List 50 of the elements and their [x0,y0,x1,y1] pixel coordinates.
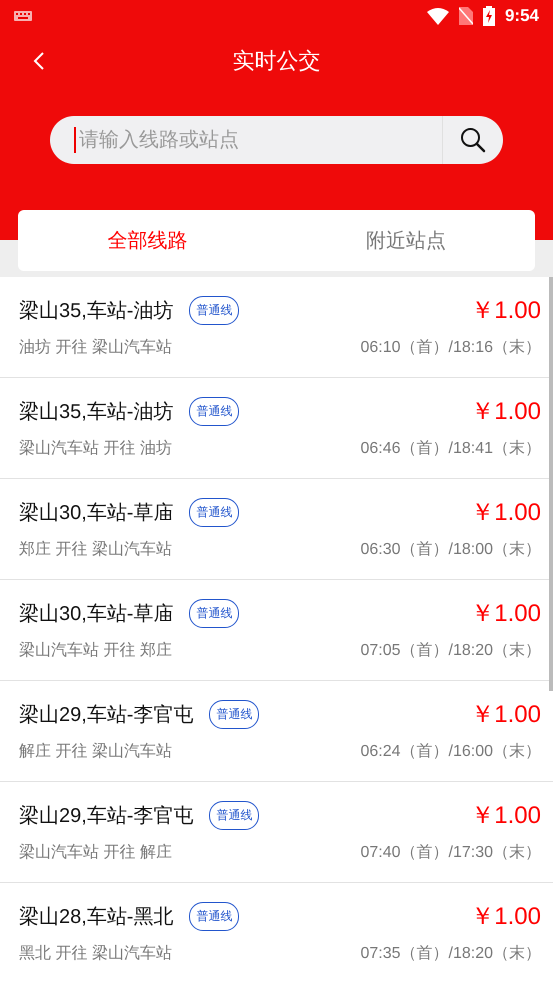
route-direction: 梁山汽车站 开往 郑庄 [19,640,172,661]
fare: ￥1.00 [470,700,541,730]
fare: ￥1.00 [470,801,541,831]
route-name: 梁山29,车站-李官屯 [19,804,194,828]
status-time: 9:54 [504,6,539,26]
route-item[interactable]: 梁山29,车站-李官屯 普通线 ￥1.00 梁山汽车站 开往 解庄 07:40（首）/17:30（末） [0,782,553,883]
fare: ￥1.00 [470,296,541,326]
battery-charging-icon [482,6,495,26]
tab[interactable]: 全部线路 [18,210,276,271]
route-type-tag: 普通线 [189,396,240,426]
search-icon[interactable] [460,127,486,153]
route-direction: 黑北 开往 梁山汽车站 [19,944,172,964]
service-hours: 06:46（首）/18:41（末） [360,438,541,459]
route-type-tag: 普通线 [189,296,240,324]
route-item[interactable]: 梁山28,车站-黑北 普通线 ￥1.00 黑北 开往 梁山汽车站 07:35（首）/18:20（末） [0,883,553,983]
route-name: 梁山30,车站-草庙 [19,500,174,526]
search-field[interactable]: 请输入线路或站点 [77,128,442,152]
route-type-tag: 普通线 [209,700,260,728]
back-icon[interactable] [33,51,45,71]
service-hours: 06:10（首）/18:16（末） [360,338,541,358]
route-item[interactable]: 梁山29,车站-李官屯 普通线 ￥1.00 解庄 开往 梁山汽车站 06:24（首）/16:00（末） [0,681,553,782]
fare: ￥1.00 [470,902,541,932]
route-name: 梁山28,车站-黑北 [19,904,174,930]
search-bar[interactable]: 请输入线路或站点 [50,116,503,164]
fare: ￥1.00 [470,498,541,528]
route-direction: 郑庄 开往 梁山汽车站 [19,540,172,560]
tab[interactable]: 附近站点 [276,210,535,271]
route-type-tag: 普通线 [189,498,240,526]
service-hours: 07:35（首）/18:20（末） [360,944,541,964]
route-direction: 梁山汽车站 开往 油坊 [19,438,172,459]
keyboard-icon [14,11,32,21]
route-name: 梁山29,车站-李官屯 [19,702,194,728]
route-name: 梁山35,车站-油坊 [19,298,174,324]
service-hours: 06:30（首）/18:00（末） [360,540,541,560]
route-type-tag: 普通线 [189,902,240,930]
fare: ￥1.00 [470,599,541,629]
route-type-tag: 普通线 [209,800,260,830]
route-name: 梁山30,车站-草庙 [19,602,174,626]
route-type-tag: 普通线 [189,598,240,628]
service-hours: 07:05（首）/18:20（末） [360,640,541,661]
service-hours: 06:24（首）/16:00（末） [360,742,541,762]
service-hours: 07:40（首）/17:30（末） [360,842,541,863]
fare: ￥1.00 [470,397,541,427]
route-direction: 油坊 开往 梁山汽车站 [19,338,172,358]
wifi-icon [426,8,449,24]
route-name: 梁山35,车站-油坊 [19,400,174,424]
route-direction: 梁山汽车站 开往 解庄 [19,842,172,863]
no-sim-icon [458,7,473,25]
route-direction: 解庄 开往 梁山汽车站 [19,742,172,762]
page-title: 实时公交 [232,47,320,75]
